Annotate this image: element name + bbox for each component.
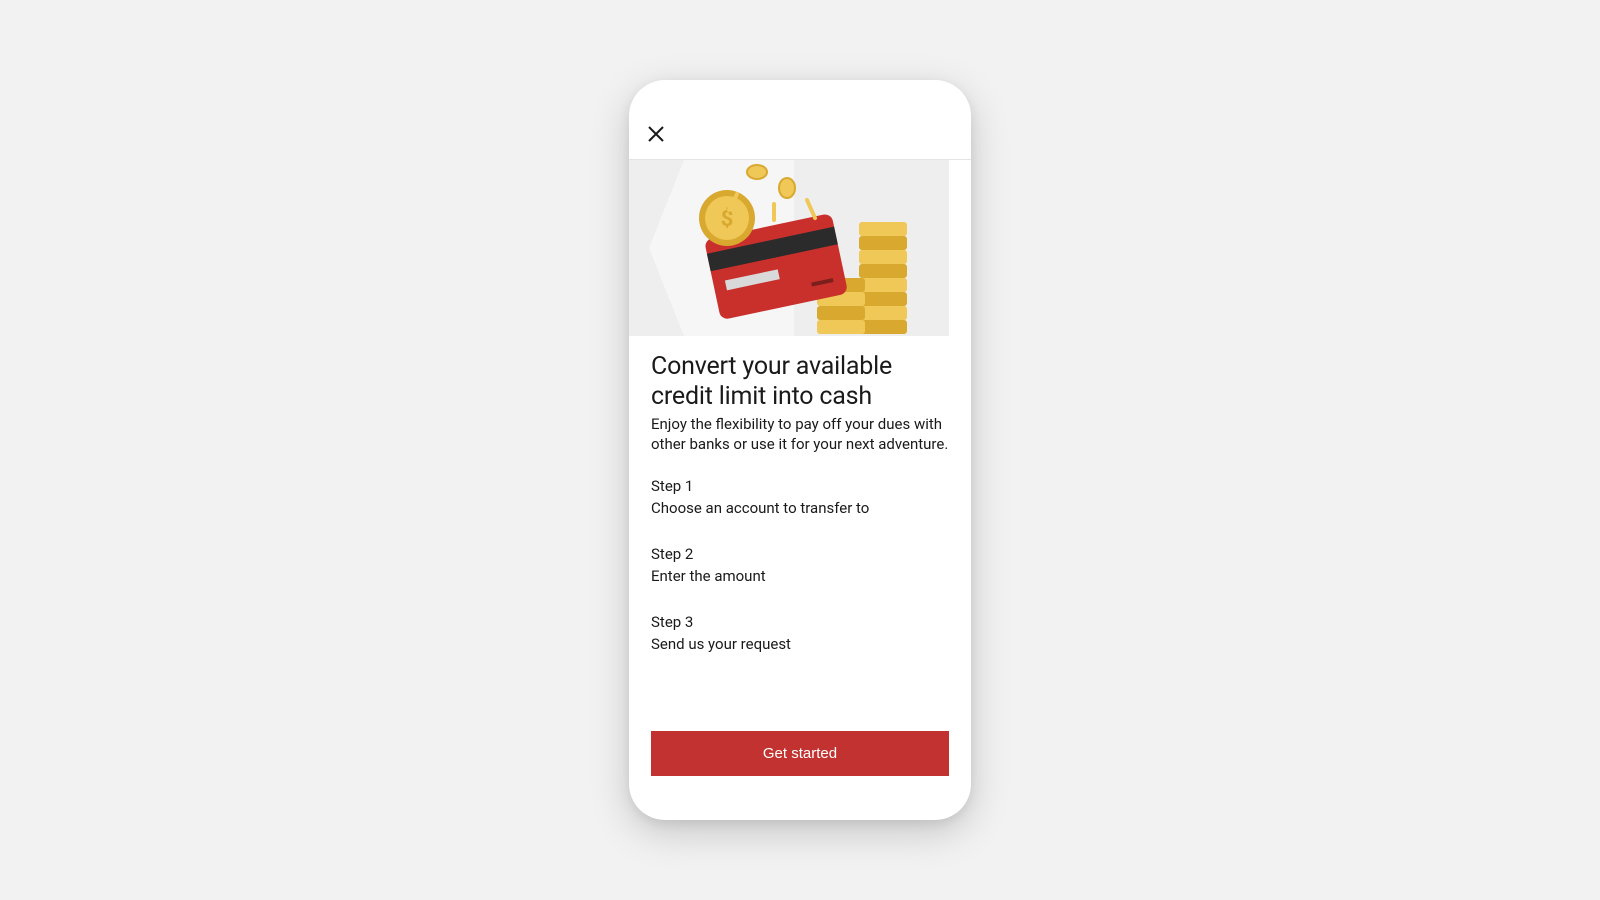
- step-label: Step 3: [651, 613, 949, 631]
- step-item: Step 3 Send us your request: [651, 613, 949, 653]
- step-label: Step 1: [651, 477, 949, 495]
- hero-illustration: $: [629, 160, 971, 336]
- phone-modal-card: $ Convert your available credit limit in…: [629, 80, 971, 820]
- step-item: Step 2 Enter the amount: [651, 545, 949, 585]
- step-label: Step 2: [651, 545, 949, 563]
- page-title: Convert your available credit limit into…: [651, 352, 949, 412]
- step-description: Send us your request: [651, 635, 949, 653]
- content-area: $ Convert your available credit limit in…: [629, 160, 971, 731]
- step-description: Enter the amount: [651, 567, 949, 585]
- get-started-button[interactable]: Get started: [651, 731, 949, 776]
- svg-text:$: $: [721, 207, 734, 232]
- steps-list: Step 1 Choose an account to transfer to …: [651, 477, 949, 681]
- cta-container: Get started: [651, 731, 949, 776]
- cash-card-illustration: $: [629, 160, 949, 336]
- step-description: Choose an account to transfer to: [651, 499, 949, 517]
- page-subtitle: Enjoy the flexibility to pay off your du…: [651, 414, 949, 455]
- step-item: Step 1 Choose an account to transfer to: [651, 477, 949, 517]
- close-icon: [647, 125, 665, 143]
- top-bar: [629, 80, 971, 160]
- close-button[interactable]: [645, 123, 667, 145]
